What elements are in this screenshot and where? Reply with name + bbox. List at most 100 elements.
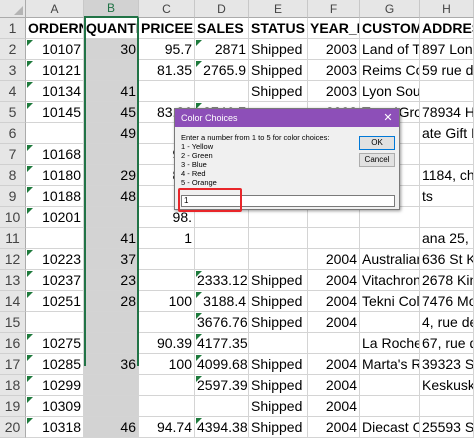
table-cell[interactable]: 2004	[308, 270, 360, 291]
row-header[interactable]: 15	[0, 312, 26, 333]
table-cell[interactable]: 2004	[308, 417, 360, 438]
header-cell[interactable]: CUSTOME	[360, 18, 420, 39]
table-cell[interactable]: 10237	[26, 270, 84, 291]
table-cell[interactable]: 67, rue de	[420, 333, 474, 354]
table-cell[interactable]	[139, 312, 195, 333]
table-cell[interactable]	[360, 375, 420, 396]
table-cell[interactable]: 23	[84, 270, 139, 291]
table-cell[interactable]: 30	[84, 39, 139, 60]
table-cell[interactable]: 10318	[26, 417, 84, 438]
table-cell[interactable]: 10107	[26, 39, 84, 60]
table-cell[interactable]: 2765.9	[195, 60, 249, 81]
row-header[interactable]: 1	[0, 18, 26, 39]
table-cell[interactable]: 2003	[308, 39, 360, 60]
row-header[interactable]: 19	[0, 396, 26, 417]
table-cell[interactable]: Shipped	[249, 81, 308, 102]
table-cell[interactable]: 10145	[26, 102, 84, 123]
column-header-h[interactable]: H	[420, 0, 474, 18]
table-cell[interactable]	[26, 312, 84, 333]
table-cell[interactable]	[249, 333, 308, 354]
row-header[interactable]: 7	[0, 144, 26, 165]
header-cell[interactable]: ORDERNU	[26, 18, 84, 39]
table-cell[interactable]	[360, 312, 420, 333]
cancel-button[interactable]: Cancel	[359, 153, 395, 167]
row-header[interactable]: 5	[0, 102, 26, 123]
table-cell[interactable]: 10201	[26, 207, 84, 228]
table-cell[interactable]: 3188.4	[195, 291, 249, 312]
table-cell[interactable]	[84, 60, 139, 81]
table-cell[interactable]	[26, 228, 84, 249]
table-cell[interactable]: 81.35	[139, 60, 195, 81]
table-cell[interactable]: 10134	[26, 81, 84, 102]
table-cell[interactable]: 2003	[308, 60, 360, 81]
table-cell[interactable]	[195, 396, 249, 417]
row-header[interactable]: 16	[0, 333, 26, 354]
table-cell[interactable]	[139, 396, 195, 417]
table-cell[interactable]: 48	[84, 186, 139, 207]
table-cell[interactable]: 2004	[308, 312, 360, 333]
table-cell[interactable]: Diecast Cl	[360, 417, 420, 438]
column-header-a[interactable]: A	[26, 0, 84, 18]
table-cell[interactable]: Shipped	[249, 354, 308, 375]
header-cell[interactable]: QUANTITY	[84, 18, 139, 39]
table-cell[interactable]	[249, 228, 308, 249]
table-cell[interactable]: Vitachron	[360, 270, 420, 291]
table-cell[interactable]: 78934 Hill	[420, 102, 474, 123]
table-cell[interactable]: ts	[420, 186, 474, 207]
table-cell[interactable]	[195, 207, 249, 228]
table-cell[interactable]	[195, 249, 249, 270]
table-cell[interactable]: 2678 Kings	[420, 270, 474, 291]
table-cell[interactable]: Shipped	[249, 39, 308, 60]
table-cell[interactable]	[139, 375, 195, 396]
row-header[interactable]: 3	[0, 60, 26, 81]
table-cell[interactable]: 897 Long .	[420, 39, 474, 60]
table-cell[interactable]: Shipped	[249, 270, 308, 291]
table-cell[interactable]: 98.	[139, 207, 195, 228]
table-cell[interactable]: 45	[84, 102, 139, 123]
table-cell[interactable]: 4394.38	[195, 417, 249, 438]
row-header[interactable]: 10	[0, 207, 26, 228]
table-cell[interactable]: 41	[84, 228, 139, 249]
table-cell[interactable]: 4099.68	[195, 354, 249, 375]
table-cell[interactable]	[84, 312, 139, 333]
table-cell[interactable]: 29	[84, 165, 139, 186]
table-cell[interactable]	[308, 228, 360, 249]
table-cell[interactable]	[84, 375, 139, 396]
table-cell[interactable]: Shipped	[249, 291, 308, 312]
column-header-b[interactable]: B	[84, 0, 139, 18]
table-cell[interactable]: 36	[84, 354, 139, 375]
table-cell[interactable]	[249, 207, 308, 228]
table-cell[interactable]	[84, 144, 139, 165]
table-cell[interactable]: 94.74	[139, 417, 195, 438]
column-header-e[interactable]: E	[249, 0, 308, 18]
table-cell[interactable]: ana 25, rue le	[420, 228, 474, 249]
table-cell[interactable]: 2004	[308, 396, 360, 417]
row-header[interactable]: 13	[0, 270, 26, 291]
table-cell[interactable]: 2004	[308, 291, 360, 312]
close-icon[interactable]: ✕	[381, 111, 395, 125]
row-header[interactable]: 9	[0, 186, 26, 207]
table-cell[interactable]	[360, 396, 420, 417]
table-cell[interactable]: 10309	[26, 396, 84, 417]
table-cell[interactable]: 25593 Sou	[420, 417, 474, 438]
table-cell[interactable]: 10251	[26, 291, 84, 312]
table-cell[interactable]: 1	[139, 228, 195, 249]
column-header-f[interactable]: F	[308, 0, 360, 18]
table-cell[interactable]	[26, 123, 84, 144]
table-cell[interactable]: 4, rue de	[420, 312, 474, 333]
table-cell[interactable]: 10121	[26, 60, 84, 81]
table-cell[interactable]: 10180	[26, 165, 84, 186]
table-cell[interactable]	[420, 207, 474, 228]
table-cell[interactable]: 2871	[195, 39, 249, 60]
table-cell[interactable]: 1184, chaus	[420, 165, 474, 186]
row-header[interactable]: 17	[0, 354, 26, 375]
table-cell[interactable]: 10223	[26, 249, 84, 270]
table-cell[interactable]: Keskuskat	[420, 375, 474, 396]
table-cell[interactable]	[84, 207, 139, 228]
row-header[interactable]: 4	[0, 81, 26, 102]
table-cell[interactable]: 39323 Spin	[420, 354, 474, 375]
table-cell[interactable]: Land of Tc	[360, 39, 420, 60]
table-cell[interactable]: 4177.35	[195, 333, 249, 354]
row-header[interactable]: 8	[0, 165, 26, 186]
table-cell[interactable]: 2597.39	[195, 375, 249, 396]
